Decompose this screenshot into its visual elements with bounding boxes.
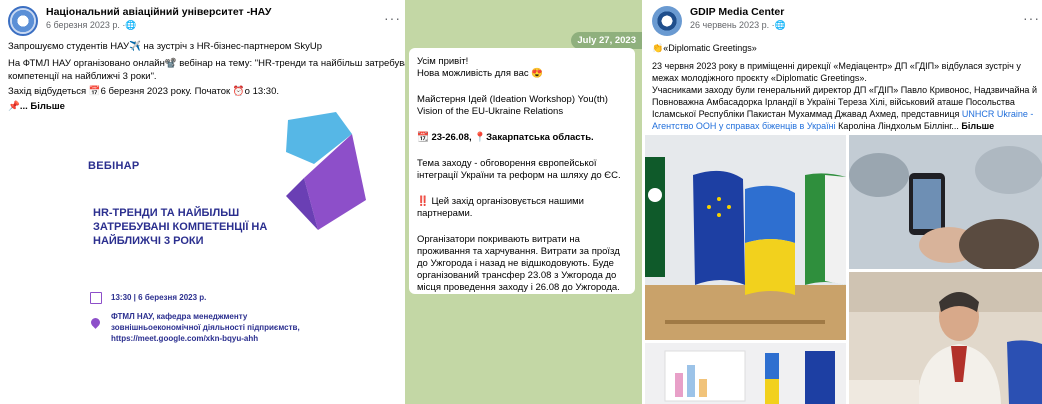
globe-icon: 🌐 — [125, 20, 137, 30]
unhcr-link[interactable]: UNHCR Ukraine - — [962, 109, 1034, 119]
message-bubble[interactable]: Усім привіт! Нова можливість для вас 😍 М… — [409, 48, 635, 294]
photo-grid — [645, 135, 1042, 404]
post-header: Національний авіаційний університет -НАУ… — [8, 6, 271, 36]
message-line: 📆 23-26.08, 📍Закарпатська область. — [417, 132, 594, 143]
calendar-icon — [90, 292, 102, 304]
avatar[interactable] — [8, 6, 38, 36]
presentation-image — [645, 343, 846, 404]
post-text-line: Повноважна Амбасадорка Ірландії в Україн… — [652, 97, 1015, 107]
message-line: місця проведення заходу і 26.08 до Ужгор… — [417, 282, 620, 293]
telegram-post: July 27, 2023 Усім привіт! Нова можливіс… — [405, 0, 642, 404]
message-date: July 27, 2023 — [571, 32, 642, 49]
page-name[interactable]: GDIP Media Center — [690, 6, 786, 19]
post-gdip: GDIP Media Center 26 червень 2023 р. ·🌐 … — [645, 0, 1042, 404]
message-line: Vision of the EU-Ukraine Relations — [417, 106, 564, 117]
message-line: Нова можливість для вас 😍 — [417, 68, 544, 79]
webinar-shapes — [286, 112, 366, 230]
unhcr-agency-link[interactable]: Агентство ООН у справах біженців в Украї… — [652, 121, 836, 131]
post-text-line: На ФТМЛ НАУ організовано онлайн📽️ вебіна… — [8, 58, 405, 69]
post-text-line: Захід відбудеться 📅6 березня 2023 року. … — [8, 86, 279, 97]
message-line: проживання та харчування. Витрати за про… — [417, 246, 620, 257]
message-line: Організатори покривають витрати на — [417, 234, 580, 245]
photo-speaker[interactable] — [849, 272, 1042, 404]
message-line: до Ужгорода і назад не відшкодовують. Бу… — [417, 258, 614, 269]
post-greeting: 👏«Diplomatic Greetings» — [652, 43, 757, 53]
message-line: партнерами. — [417, 208, 473, 219]
see-more-link[interactable]: Більше — [961, 121, 994, 131]
message-line: Усім привіт! — [417, 56, 469, 67]
page-name[interactable]: Національний авіаційний університет -НАУ — [46, 6, 271, 19]
photo-phone[interactable] — [849, 135, 1042, 269]
message-line: інтеграції України та реформ на шляху до… — [417, 170, 621, 181]
message-line: Майстерня Ідей (Ideation Workshop) You(t… — [417, 94, 608, 105]
post-text-line: Ісламської Республіки Пакистан Мухаммад … — [652, 109, 1034, 119]
speaker-image — [849, 272, 1042, 404]
webinar-image[interactable]: ВЕБІНАР HR-ТРЕНДИ ТА НАЙБІЛЬШ ЗАТРЕБУВАН… — [0, 112, 405, 404]
webinar-datetime: 13:30 | 6 березня 2023 р. — [111, 293, 207, 302]
post-text-line: Запрошуємо студентів НАУ✈️ на зустріч з … — [8, 41, 323, 52]
more-options-icon[interactable]: ··· — [384, 10, 401, 26]
webinar-label: ВЕБІНАР — [88, 160, 140, 172]
post-text-line: межах молодіжного проєкту «Diplomatic Gr… — [652, 73, 867, 83]
message-line: Тема заходу - обговорення європейської — [417, 158, 597, 169]
globe-icon: 🌐 — [774, 20, 786, 30]
post-date[interactable]: 6 березня 2023 р. ·🌐 — [46, 19, 271, 31]
message-line: ‼️ Цей захід організовується нашими — [417, 196, 584, 207]
photo-flags[interactable] — [645, 135, 846, 340]
post-text-line: Учасниками заходу були генеральний дирек… — [652, 85, 1037, 95]
photo-presentation[interactable] — [645, 343, 846, 404]
post-header: GDIP Media Center 26 червень 2023 р. ·🌐 — [652, 6, 786, 36]
post-date[interactable]: 26 червень 2023 р. ·🌐 — [690, 19, 786, 31]
post-text-line: 23 червня 2023 року в приміщенні дирекці… — [652, 61, 1021, 71]
avatar[interactable] — [652, 6, 682, 36]
webinar-organizer: ФТМЛ НАУ, кафедра менеджменту зовнішньое… — [111, 312, 300, 343]
message-line: організований трансфер 23.08 з Ужгорода … — [417, 270, 617, 281]
more-options-icon[interactable]: ··· — [1023, 10, 1040, 26]
flags-image — [645, 135, 846, 340]
webinar-heading: HR-ТРЕНДИ ТА НАЙБІЛЬШ ЗАТРЕБУВАНІ КОМПЕТ… — [93, 207, 268, 247]
post-nau: Національний авіаційний університет -НАУ… — [0, 0, 405, 404]
phone-image — [849, 135, 1042, 269]
post-text-line: Агентство ООН у справах біженців в Украї… — [652, 121, 995, 131]
post-text-line: компетенції на найближчі 3 роки". — [8, 71, 157, 82]
